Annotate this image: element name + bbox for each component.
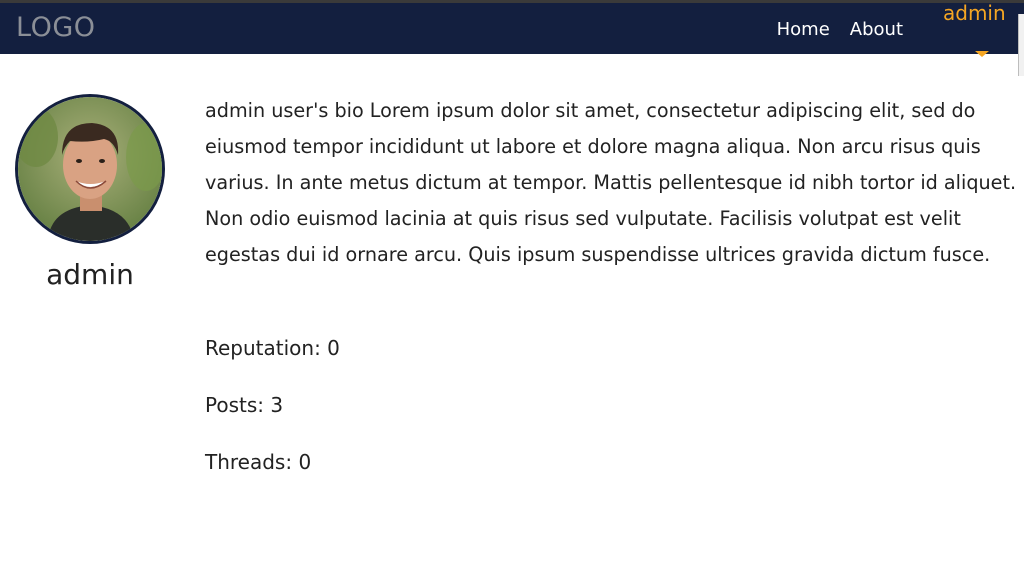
stat-reputation: Reputation: 0 — [205, 336, 340, 360]
top-navbar: LOGO Home About admin — [0, 0, 1024, 57]
site-logo[interactable]: LOGO — [16, 12, 96, 43]
caret-down-icon[interactable] — [975, 51, 989, 57]
nav-about-link[interactable]: About — [850, 19, 903, 40]
main-nav: Home About — [777, 19, 903, 40]
scrollbar[interactable] — [1018, 14, 1024, 76]
user-menu-dropdown[interactable]: admin — [943, 1, 1021, 57]
user-avatar-photo-icon — [18, 97, 162, 241]
profile-bio: admin user's bio Lorem ipsum dolor sit a… — [205, 99, 1017, 266]
user-menu-username[interactable]: admin — [943, 1, 1006, 25]
stat-posts: Posts: 3 — [205, 393, 284, 417]
profile-username: admin — [46, 258, 134, 291]
profile-avatar — [15, 94, 165, 244]
stat-threads: Threads: 0 — [205, 450, 312, 474]
nav-home-link[interactable]: Home — [777, 19, 830, 40]
